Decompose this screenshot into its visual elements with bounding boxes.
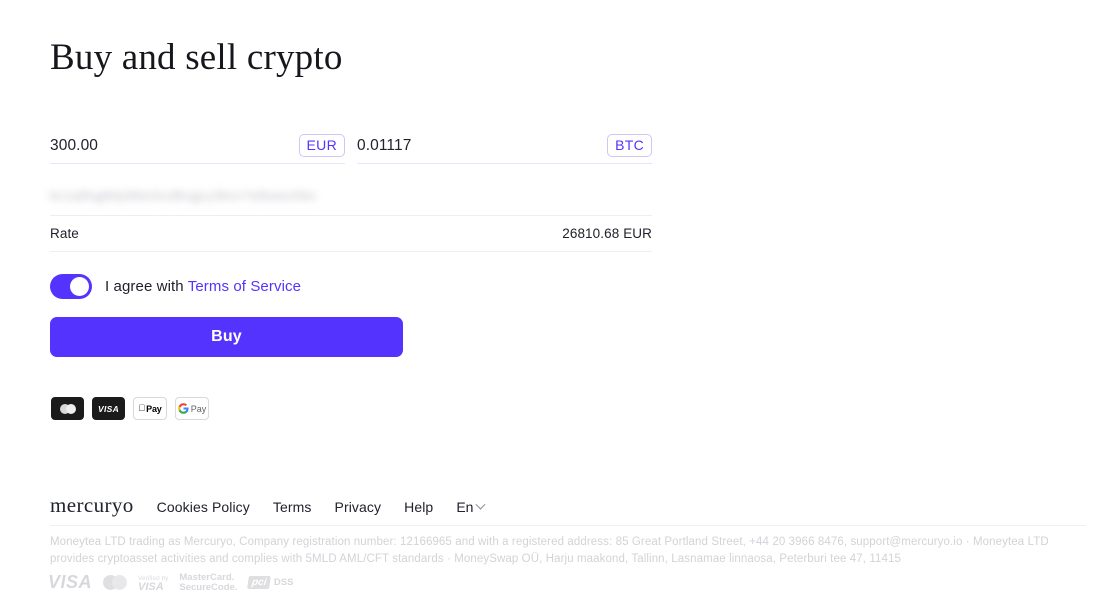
visa-cert-icon: VISA — [48, 572, 93, 592]
wallet-address-field[interactable]: bc1q9hgj8dy9kknhcd8vgjcy3ksv7s6bweo5ko — [50, 176, 652, 216]
google-g-icon — [177, 403, 189, 414]
chevron-down-icon — [476, 499, 486, 510]
mastercard-cert-icon — [103, 575, 128, 590]
language-selector[interactable]: En — [456, 499, 486, 515]
rate-row: Rate 26810.68 EUR — [50, 216, 652, 252]
verified-by-visa-icon: Verified by VISA — [138, 574, 168, 593]
crypto-amount-field[interactable]: BTC — [357, 128, 652, 164]
mastercard-circles — [59, 403, 76, 414]
dss-label: DSS — [273, 577, 294, 588]
verified-by-visa-bottom: VISA — [138, 580, 164, 593]
toggle-knob — [70, 277, 89, 296]
apple-pay-icon:  Pay — [133, 397, 167, 420]
footer-divider — [50, 525, 1086, 526]
terms-text: I agree with Terms of Service — [105, 278, 301, 295]
visa-label: VISA — [97, 403, 120, 414]
buy-crypto-widget: Buy and sell crypto EUR BTC bc1q9hgj8dy9… — [0, 0, 1098, 603]
wallet-address-value: bc1q9hgj8dy9kknhcd8vgjcy3ksv7s6bweo5ko — [50, 188, 317, 203]
footer-link-help[interactable]: Help — [404, 499, 433, 515]
fiat-amount-field[interactable]: EUR — [50, 128, 345, 164]
crypto-amount-input[interactable] — [357, 136, 557, 155]
footer-link-cookies-policy[interactable]: Cookies Policy — [157, 499, 250, 515]
language-label: En — [456, 499, 474, 515]
buy-button[interactable]: Buy — [50, 317, 403, 357]
securecode-bottom: SecureCode. — [179, 581, 238, 593]
exchange-row: EUR BTC — [50, 128, 652, 164]
visa-icon: VISA — [92, 397, 125, 420]
terms-agreement-row: I agree with Terms of Service — [50, 274, 301, 299]
google-pay-icon: Pay — [175, 397, 209, 420]
fiat-amount-input[interactable] — [50, 136, 250, 155]
mastercard-icon — [51, 397, 84, 420]
pci-label: pci — [247, 576, 272, 589]
apple-logo-icon:  — [138, 404, 145, 413]
rate-label: Rate — [50, 226, 79, 241]
google-pay-label: Pay — [190, 403, 207, 414]
footer-link-terms[interactable]: Terms — [273, 499, 312, 515]
terms-prefix: I agree with — [105, 278, 188, 295]
fiat-currency-selector[interactable]: EUR — [298, 134, 345, 157]
apple-pay-label: Pay — [142, 403, 162, 414]
footer-link-privacy[interactable]: Privacy — [335, 499, 382, 515]
mercuryo-logo: mercuryo — [50, 493, 134, 517]
rate-value: 26810.68 EUR — [562, 226, 652, 241]
footer-nav: mercuryo Cookies Policy Terms Privacy He… — [50, 493, 486, 518]
payment-methods: VISA  Pay Pay — [51, 397, 209, 420]
securecode-top: MasterCard. — [179, 571, 235, 583]
page-title: Buy and sell crypto — [50, 37, 343, 78]
crypto-currency-selector[interactable]: BTC — [607, 134, 652, 157]
certification-badges: VISA Verified by VISA MasterCard. Secure… — [48, 572, 293, 593]
legal-fineprint: Moneytea LTD trading as Mercuryo, Compan… — [50, 536, 1049, 565]
mastercard-securecode-icon: MasterCard. SecureCode. — [179, 571, 238, 593]
pci-dss-icon: pci DSS — [247, 576, 294, 589]
terms-of-service-link[interactable]: Terms of Service — [188, 278, 301, 295]
terms-toggle[interactable] — [50, 274, 92, 299]
